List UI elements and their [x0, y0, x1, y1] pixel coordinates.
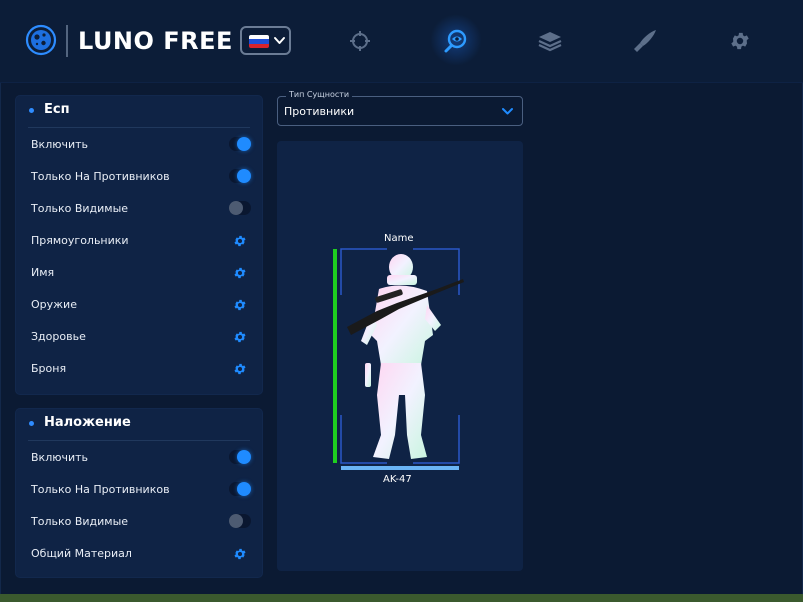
app-window: LUNO FREE Есп Включить Только На Противн… [0, 0, 803, 602]
row-label: Только На Противников [31, 483, 170, 496]
row-label: Только На Противников [31, 170, 170, 183]
chevron-down-icon [274, 37, 285, 44]
esp-panel: Есп Включить Только На Противников Тольк… [16, 96, 262, 394]
row-label: Включить [31, 138, 89, 151]
esp-panel-title: Есп [44, 102, 70, 117]
player-model-preview [340, 248, 464, 464]
chevron-down-icon [502, 108, 513, 115]
esp-name-row[interactable]: Имя [16, 257, 262, 289]
gear-icon [731, 32, 749, 50]
logo-divider [66, 25, 68, 57]
esp-armor-row[interactable]: Броня [16, 353, 262, 385]
overlay-visible-only-toggle[interactable] [229, 514, 251, 528]
row-label: Только Видимые [31, 515, 129, 528]
overlay-enable-row[interactable]: Включить [16, 442, 262, 474]
section-dot [29, 108, 34, 113]
overlay-panel-header: Наложение [16, 409, 262, 440]
esp-enable-row[interactable]: Включить [16, 129, 262, 161]
divider [28, 127, 250, 128]
armor-bar [341, 466, 459, 470]
layers-icon [538, 32, 562, 52]
divider [28, 440, 250, 441]
top-bar: LUNO FREE [0, 0, 803, 83]
eye-search-icon [444, 29, 467, 53]
nav-aim-tab[interactable] [345, 26, 375, 56]
overlay-panel-title: Наложение [44, 415, 131, 430]
gear-icon[interactable] [233, 547, 247, 561]
gear-icon[interactable] [233, 362, 247, 376]
esp-weapon-row[interactable]: Оружие [16, 289, 262, 321]
language-select[interactable] [240, 26, 291, 55]
row-label: Здоровье [31, 330, 86, 343]
app-title: LUNO FREE [78, 27, 233, 55]
overlay-visible-only-row[interactable]: Только Видимые [16, 506, 262, 538]
overlay-enable-toggle[interactable] [229, 450, 251, 464]
overlay-panel: Наложение Включить Только На Противников… [16, 409, 262, 577]
overlay-enemies-only-toggle[interactable] [229, 482, 251, 496]
esp-enemies-only-toggle[interactable] [229, 169, 251, 183]
esp-boxes-row[interactable]: Прямоугольники [16, 225, 262, 257]
row-label: Имя [31, 266, 55, 279]
esp-preview-panel: Name AK-47 [277, 141, 523, 571]
esp-enemies-only-row[interactable]: Только На Противников [16, 161, 262, 193]
esp-visible-only-row[interactable]: Только Видимые [16, 193, 262, 225]
crosshair-icon [350, 31, 370, 51]
entity-type-select[interactable]: Тип Сущности Противники [277, 90, 523, 126]
gear-icon[interactable] [233, 330, 247, 344]
overlay-material-row[interactable]: Общий Материал [16, 538, 262, 570]
nav-visuals-tab[interactable] [441, 26, 471, 56]
nav-skins-tab[interactable] [630, 26, 660, 56]
entity-type-value: Противники [284, 105, 355, 118]
russia-flag-icon [249, 35, 269, 48]
row-label: Броня [31, 362, 67, 375]
esp-enable-toggle[interactable] [229, 137, 251, 151]
gear-icon[interactable] [233, 266, 247, 280]
nav-misc-tab[interactable] [535, 26, 565, 56]
row-label: Общий Материал [31, 547, 132, 560]
row-label: Оружие [31, 298, 77, 311]
esp-weapon-label: AK-47 [383, 474, 412, 485]
entity-type-legend: Тип Сущности [286, 90, 353, 99]
gear-icon[interactable] [233, 234, 247, 248]
section-dot [29, 421, 34, 426]
esp-visible-only-toggle[interactable] [229, 201, 251, 215]
overlay-enemies-only-row[interactable]: Только На Противников [16, 474, 262, 506]
esp-panel-header: Есп [16, 96, 262, 127]
row-label: Включить [31, 451, 89, 464]
gear-icon[interactable] [233, 298, 247, 312]
background-strip [0, 594, 803, 602]
knife-icon [634, 30, 656, 52]
planet-logo-icon [25, 24, 57, 56]
soldier-silhouette [361, 254, 441, 459]
esp-name-label: Name [384, 233, 414, 244]
nav-settings-tab[interactable] [725, 26, 755, 56]
row-label: Только Видимые [31, 202, 129, 215]
esp-health-row[interactable]: Здоровье [16, 321, 262, 353]
row-label: Прямоугольники [31, 234, 129, 247]
